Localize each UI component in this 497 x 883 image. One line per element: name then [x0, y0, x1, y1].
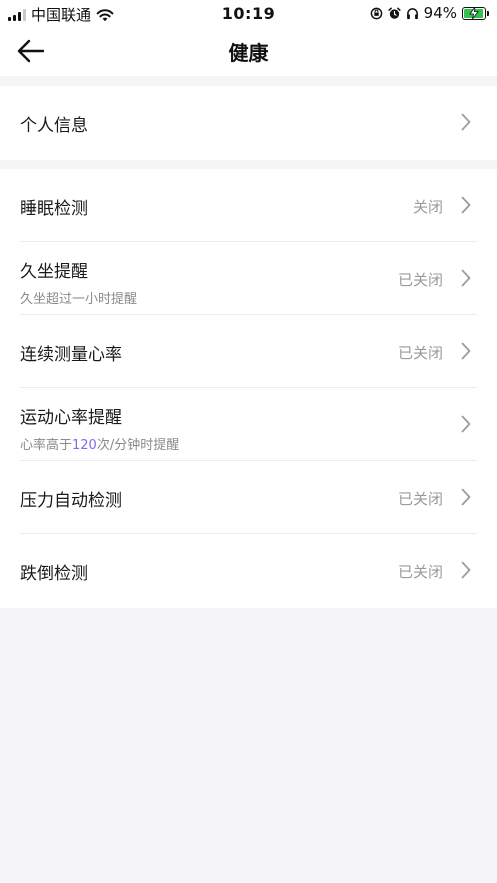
chevron-right-icon	[461, 488, 471, 506]
exercise-heart-rate-alert-row[interactable]: 运动心率提醒 心率高于120次/分钟时提醒	[0, 388, 497, 461]
row-title: 久坐提醒	[20, 262, 88, 282]
row-subtitle: 心率高于120次/分钟时提醒	[20, 434, 179, 453]
chevron-right-icon	[461, 113, 471, 131]
sleep-detection-row[interactable]: 睡眠检测 关闭	[0, 169, 497, 242]
personal-info-label: 个人信息	[20, 116, 88, 136]
health-settings-screen: 中国联通 10:19 94% 健康 个人信息 睡眠检测 关闭 久坐提醒 久坐超过…	[0, 0, 497, 883]
sedentary-reminder-row[interactable]: 久坐提醒 久坐超过一小时提醒 已关闭	[0, 242, 497, 315]
headphones-icon	[406, 7, 418, 19]
row-status: 已关闭	[397, 344, 443, 362]
row-status: 已关闭	[397, 490, 443, 508]
subtitle-prefix: 心率高于	[20, 438, 73, 453]
continuous-heart-rate-row[interactable]: 连续测量心率 已关闭	[0, 315, 497, 388]
profile-section: 个人信息	[0, 86, 497, 160]
chevron-right-icon	[461, 561, 471, 579]
heart-rate-threshold: 120	[72, 438, 97, 453]
battery-percent: 94%	[423, 4, 457, 22]
fall-detection-row[interactable]: 跌倒检测 已关闭	[0, 534, 497, 607]
status-left: 中国联通	[8, 4, 114, 25]
row-status: 关闭	[412, 198, 443, 216]
row-title: 压力自动检测	[20, 491, 122, 511]
chevron-right-icon	[461, 196, 471, 214]
row-title: 睡眠检测	[20, 199, 88, 219]
stress-detection-row[interactable]: 压力自动检测 已关闭	[0, 461, 497, 534]
row-status: 已关闭	[397, 271, 443, 289]
wifi-icon	[96, 8, 114, 21]
navigation-bar: 健康	[0, 26, 497, 76]
row-title: 跌倒检测	[20, 564, 88, 584]
chevron-right-icon	[461, 342, 471, 360]
personal-info-row[interactable]: 个人信息	[0, 86, 497, 159]
chevron-right-icon	[461, 415, 471, 433]
subtitle-suffix: 次/分钟时提醒	[96, 438, 180, 453]
status-right: 94%	[370, 4, 489, 22]
rotation-lock-icon	[370, 7, 383, 19]
page-title: 健康	[228, 41, 269, 65]
health-settings-list: 睡眠检测 关闭 久坐提醒 久坐超过一小时提醒 已关闭 连续测量心率 已关闭 运动…	[0, 169, 497, 608]
status-bar: 中国联通 10:19 94%	[0, 0, 497, 26]
carrier-name: 中国联通	[31, 6, 92, 24]
row-subtitle: 久坐超过一小时提醒	[20, 292, 138, 307]
alarm-icon	[388, 7, 401, 19]
battery-icon	[462, 6, 489, 20]
row-title: 运动心率提醒	[20, 408, 122, 428]
chevron-right-icon	[461, 269, 471, 287]
row-status: 已关闭	[397, 563, 443, 581]
row-title: 连续测量心率	[20, 345, 122, 365]
cellular-signal-icon	[8, 8, 26, 21]
